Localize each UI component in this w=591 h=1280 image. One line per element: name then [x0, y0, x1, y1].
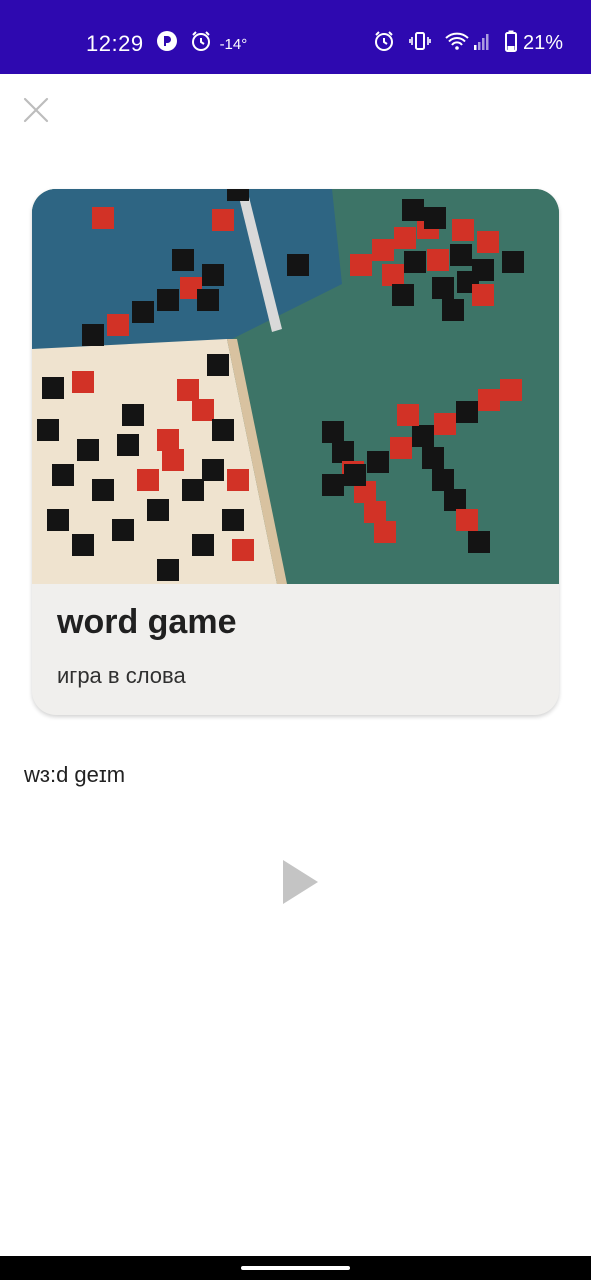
signal-icon	[473, 31, 491, 56]
play-pronunciation-button[interactable]	[278, 856, 322, 908]
wifi-icon	[445, 31, 469, 56]
alarm-icon	[373, 30, 395, 57]
word-title: word game	[57, 603, 237, 641]
home-gesture-handle[interactable]	[241, 1266, 350, 1270]
status-temperature: -14°	[219, 36, 248, 53]
status-bar-right: 21%	[359, 30, 563, 57]
status-bar: 12:29 -14° 21%	[0, 0, 591, 74]
app-notification-icon	[156, 30, 178, 57]
vibrate-icon	[409, 30, 431, 57]
battery-icon	[504, 30, 517, 57]
alarm-icon	[190, 30, 212, 57]
navigation-bar	[0, 1256, 591, 1280]
word-card: word game игра в слова	[32, 189, 559, 715]
close-button[interactable]	[20, 94, 52, 126]
status-bar-left: 12:29 -14°	[86, 30, 247, 57]
close-icon	[23, 97, 49, 123]
status-time: 12:29	[86, 30, 144, 56]
battery-percent: 21%	[522, 32, 563, 54]
play-icon	[283, 860, 318, 904]
word-translation: игра в слова	[57, 663, 186, 688]
word-game-photo	[32, 189, 559, 584]
word-transcription: wɜ:d geɪm	[24, 762, 126, 787]
